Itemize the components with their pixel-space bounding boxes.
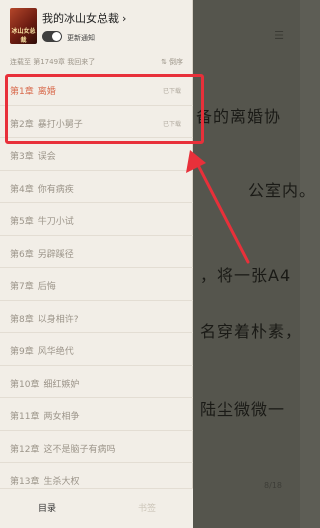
chapter-item[interactable]: 第5章 牛刀小试 [0, 203, 193, 236]
chapter-item[interactable]: 第9章 风华绝代 [0, 333, 193, 366]
reader-text-line: 公室内。 [248, 181, 317, 200]
reader-text-line: 名穿着朴素， [200, 322, 303, 341]
chapter-title: 风华绝代 [37, 347, 74, 357]
chapter-number: 第11章 [10, 412, 40, 422]
chapter-item[interactable]: 第11章 两女相争 [0, 398, 193, 431]
chapter-title: 两女相争 [43, 412, 80, 422]
reader-text-line: 备的离婚协 [196, 107, 282, 126]
chapter-title: 后悔 [37, 282, 56, 292]
book-header: 冰山女总裁 我的冰山女总裁 › 更新通知 [0, 0, 193, 52]
chapter-number: 第4章 [10, 184, 34, 195]
chapter-number: 第6章 [10, 249, 34, 260]
book-cover[interactable]: 冰山女总裁 [10, 8, 37, 44]
chapter-number: 第3章 [10, 152, 34, 162]
chapter-number: 第13章 [10, 477, 40, 487]
update-notify-label: 更新通知 [67, 34, 95, 42]
reader-text-line: ，将一张A4 [200, 266, 292, 285]
book-title: 我的冰山女总裁 [42, 12, 119, 25]
chapter-title: 牛刀小试 [37, 217, 74, 227]
serial-status: 连载至 第1749章 我回来了 [10, 58, 96, 66]
chapter-item[interactable]: 第4章 你有病疾 [0, 171, 193, 203]
chapter-item[interactable]: 第6章 另辟蹊径 [0, 236, 193, 268]
chapter-number: 第9章 [10, 347, 34, 357]
chapter-title: 生杀大权 [43, 477, 80, 487]
highlight-annotation-box [5, 74, 204, 144]
tab-bookmark[interactable]: 书签 [138, 501, 156, 514]
chapter-title: 以身相许? [37, 314, 79, 325]
chapter-number: 第12章 [10, 444, 40, 455]
sort-icon: ⇅ [161, 58, 167, 66]
sort-label: 倒序 [169, 58, 183, 66]
bottom-tab-bar: 目录 书签 [0, 488, 193, 528]
update-notify-toggle[interactable] [42, 31, 62, 42]
chapter-title: 细红嫉妒 [43, 379, 80, 390]
chapter-item[interactable]: 第12章 这不是脑子有病吗 [0, 431, 193, 463]
cover-title: 冰山女总裁 [11, 28, 36, 44]
chapter-number: 第10章 [10, 379, 40, 390]
chapter-meta-row: 连载至 第1749章 我回来了 ⇅ 倒序 [0, 54, 193, 70]
chevron-right-icon: › [122, 12, 127, 25]
page-number: 8/18 [264, 481, 282, 490]
chapter-title: 你有病疾 [37, 184, 74, 195]
chapter-item[interactable]: 第8章 以身相许? [0, 301, 193, 333]
tab-toc[interactable]: 目录 [38, 501, 56, 514]
chapter-item[interactable]: 第10章 细红嫉妒 [0, 366, 193, 398]
book-title-link[interactable]: 我的冰山女总裁 › [42, 10, 126, 26]
chapter-item[interactable]: 第7章 后悔 [0, 268, 193, 301]
chapter-number: 第7章 [10, 282, 34, 292]
chapter-title: 误会 [37, 152, 56, 162]
chapter-number: 第8章 [10, 314, 34, 325]
chapter-number: 第5章 [10, 217, 34, 227]
reader-text-line: 陆尘微微一 [200, 400, 286, 419]
chapter-title: 另辟蹊径 [37, 249, 74, 260]
chapter-title: 这不是脑子有病吗 [43, 444, 116, 455]
sort-button[interactable]: ⇅ 倒序 [161, 57, 183, 67]
menu-icon[interactable]: ☰ [274, 29, 284, 42]
